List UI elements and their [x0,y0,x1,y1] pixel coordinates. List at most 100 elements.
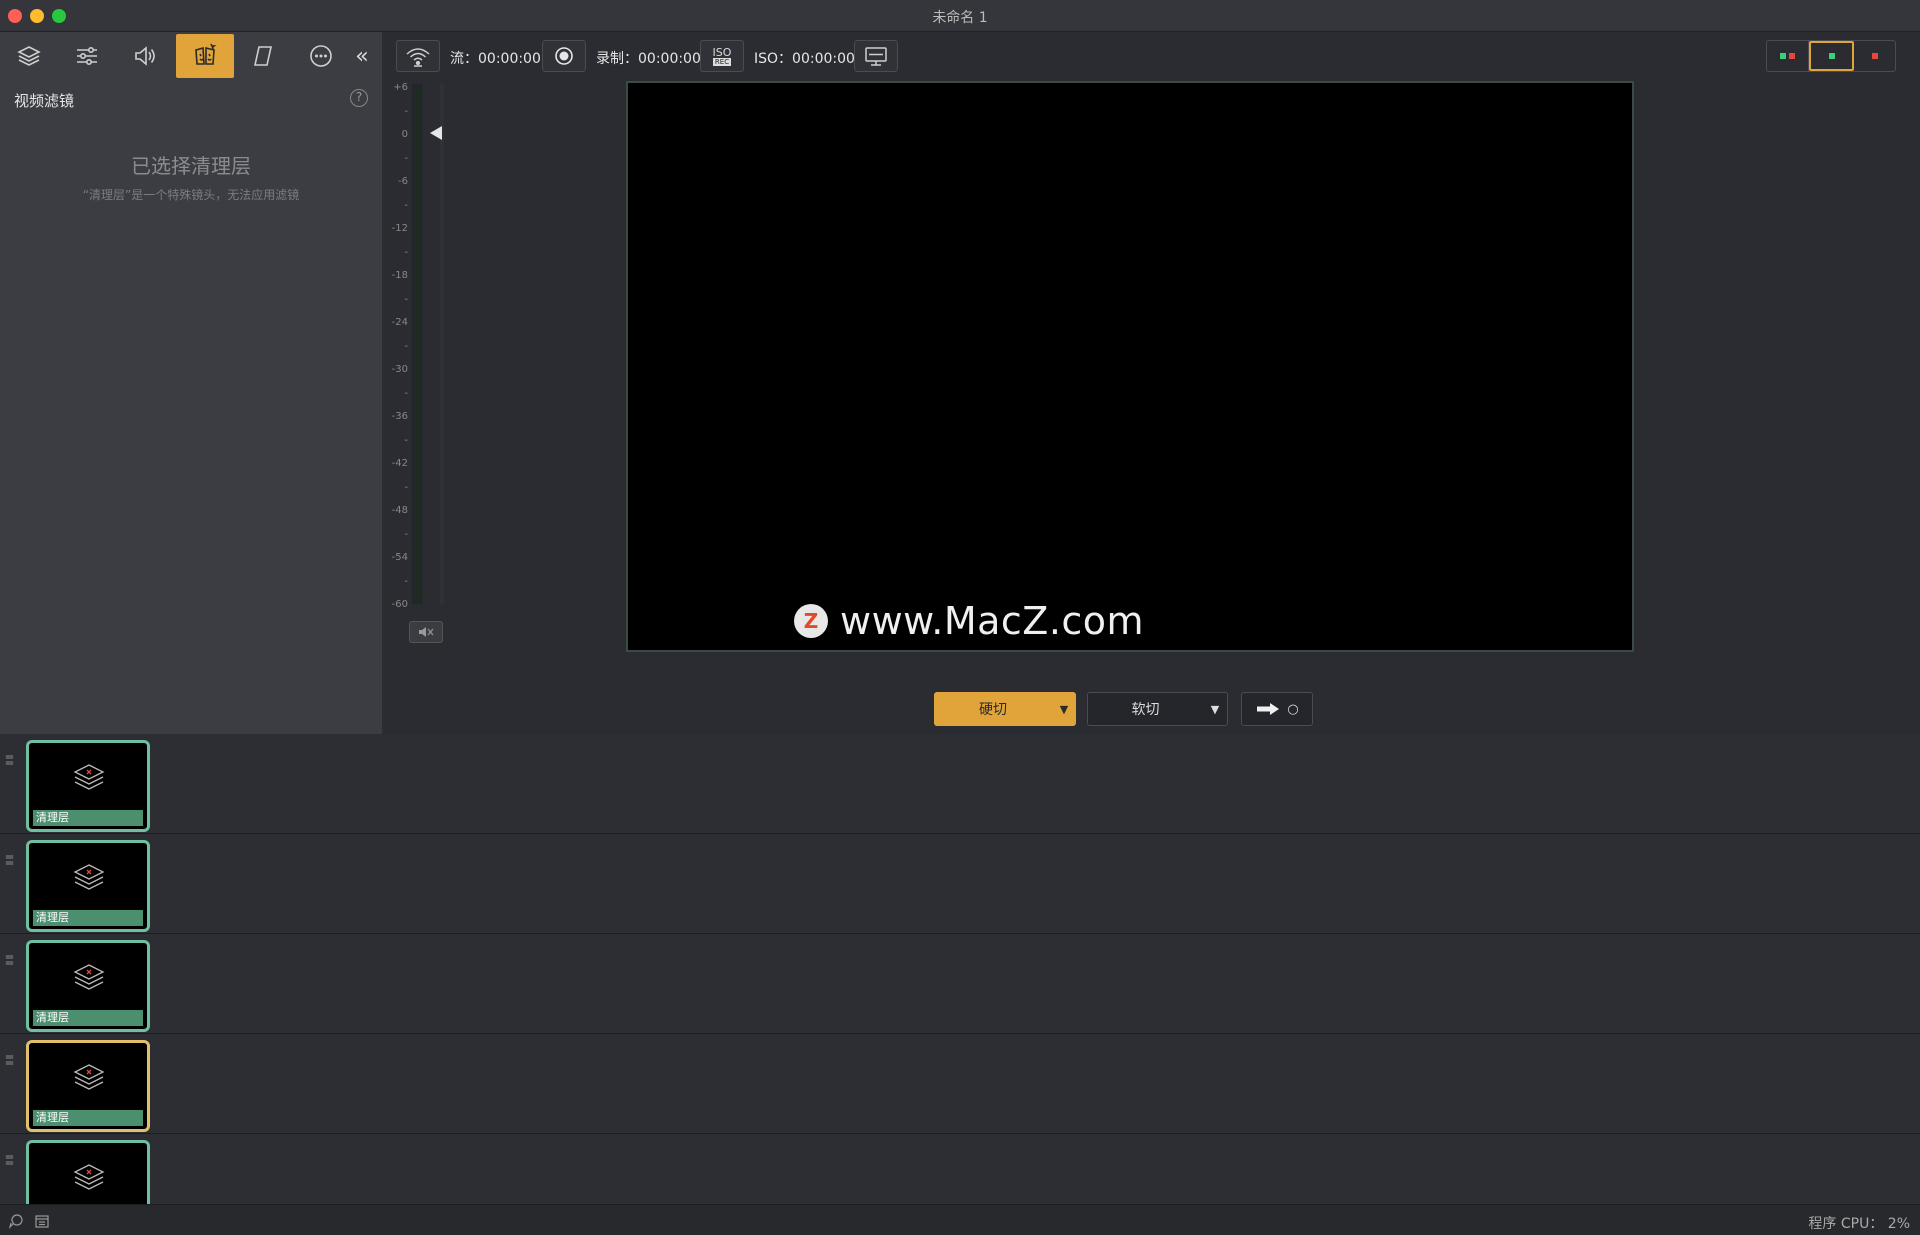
layout-preview-program[interactable] [1767,41,1809,71]
audio-level-track [440,84,444,604]
sliders-icon [77,47,97,65]
caret-down-icon[interactable]: ▼ [1203,703,1227,716]
meter-tick: -48 [391,505,408,516]
tab-more[interactable] [292,34,350,78]
green-square-icon [1828,53,1835,59]
auto-transition-button[interactable]: ○ [1241,692,1313,726]
monitor-button[interactable] [854,40,898,72]
drag-handle-icon[interactable]: ‗ ‗ [6,1044,18,1064]
circle-icon: ○ [1287,701,1299,717]
chat-bubble-icon[interactable] [8,1213,24,1229]
clean-layer-icon [71,859,107,895]
red-square-icon [1789,53,1795,59]
meter-tick: - [404,293,408,305]
iso-record-button[interactable]: ISO REC [700,40,744,72]
layer-rows: ‗ ‗ 清理层 ‗ ‗ 清理层 ‗ ‗ 清理层 ‗ ‗ 清理层 ‗ ‗ [0,734,1920,1232]
layer-thumbnail[interactable]: 清理层 [26,1040,150,1132]
layer-row: ‗ ‗ [0,1134,1920,1232]
drag-handle-icon[interactable]: ‗ ‗ [6,1144,18,1164]
red-square-icon [1871,53,1878,59]
meter-tick: - [404,434,408,446]
meter-tick: -36 [391,411,408,422]
panel-tabs: « [0,32,382,78]
watermark-logo-icon: Z [794,604,828,638]
more-icon [310,45,332,67]
drag-handle-icon[interactable]: ‗ ‗ [6,944,18,964]
title-bar: 未命名 1 [0,0,1920,32]
hard-cut-label: 硬切 [979,702,1007,718]
drag-handle-icon[interactable]: ‗ ‗ [6,744,18,764]
meter-tick: -60 [391,599,408,610]
empty-state-subtitle: “清理层”是一个特殊镜头，无法应用滤镜 [82,188,300,202]
layout-program-only[interactable] [1854,41,1895,71]
meter-tick: - [404,199,408,211]
volume-pointer-handle[interactable] [430,126,442,140]
parallelogram-icon [254,46,272,66]
layer-thumbnail[interactable]: 清理层 [26,940,150,1032]
app-window: 未命名 1 « 视频滤镜 ? 已选择清理层 “清理层”是一个特殊镜头，无法应用滤… [0,0,1920,1235]
status-bar: 程序 CPU： 2% [0,1204,1920,1235]
clean-layer-icon [71,959,107,995]
layer-label: 清理层 [33,810,143,826]
meter-tick: - [404,246,408,258]
drag-handle-icon[interactable]: ‗ ‗ [6,844,18,864]
layer-row: ‗ ‗ 清理层 [0,934,1920,1034]
meter-tick: - [404,387,408,399]
meter-tick: - [404,575,408,587]
iso-rec-badge: REC [712,57,732,66]
meter-tick: -18 [391,270,408,281]
tab-settings[interactable] [58,34,116,78]
tab-audio[interactable] [116,34,174,78]
calendar-icon[interactable] [34,1213,50,1229]
layer-label: 清理层 [33,1110,143,1126]
meter-tick: +6 [393,82,408,93]
clean-layer-icon [71,759,107,795]
monitor-icon [865,47,887,66]
watermark: Z www.MacZ.com [794,599,1144,643]
arrow-right-icon [1257,703,1280,715]
collapse-panel-button[interactable]: « [344,34,380,78]
tab-video-filters[interactable] [176,34,234,78]
mute-button[interactable] [409,621,443,643]
meter-tick: - [404,340,408,352]
meter-tick: - [404,152,408,164]
iso-timer: ISO：00:00:00 [754,51,855,67]
iso-rec-icon: ISO [712,45,732,59]
tab-layers[interactable] [0,34,58,78]
empty-state-title: 已选择清理层 [131,154,251,178]
record-button[interactable] [542,40,586,72]
meter-tick: -12 [391,223,408,234]
soft-cut-button[interactable]: 软切 ▼ [1087,692,1228,726]
layer-row: ‗ ‗ 清理层 [0,734,1920,834]
layer-row: ‗ ‗ 清理层 [0,834,1920,934]
layout-preview-only[interactable] [1809,41,1854,71]
layer-thumbnail[interactable]: 清理层 [26,840,150,932]
layers-icon [17,46,41,66]
tab-transition[interactable] [234,34,292,78]
hard-cut-button[interactable]: 硬切 ▼ [934,692,1076,726]
caret-down-icon[interactable]: ▼ [1052,703,1076,716]
meter-tick: 0 [401,129,408,140]
cpu-usage: 程序 CPU： 2% [1808,1216,1910,1232]
record-timer: 录制：00:00:00 [596,51,701,67]
watermark-text: www.MacZ.com [840,599,1145,643]
window-title: 未命名 1 [932,10,988,26]
mute-speaker-icon [419,627,434,637]
meter-tick: -42 [391,458,408,469]
meter-tick: -24 [391,317,408,328]
panel-title: 视频滤镜 [14,92,75,110]
meter-tick: -30 [391,364,408,375]
layer-label: 清理层 [33,1010,143,1026]
layer-thumbnail[interactable]: 清理层 [26,740,150,832]
speaker-icon [135,46,155,66]
top-toolbar: 流：00:00:00 录制：00:00:00 ISO REC ISO：00:00… [382,32,1920,78]
clean-layer-icon [71,1059,107,1095]
green-square-icon [1780,53,1786,59]
meter-tick: -6 [398,176,408,187]
stream-button[interactable] [396,40,440,72]
clean-layer-icon [71,1159,107,1195]
help-icon[interactable]: ? [350,89,368,107]
stream-timer: 流：00:00:00 [450,51,541,67]
layer-row: ‗ ‗ 清理层 [0,1034,1920,1134]
layer-label: 清理层 [33,910,143,926]
